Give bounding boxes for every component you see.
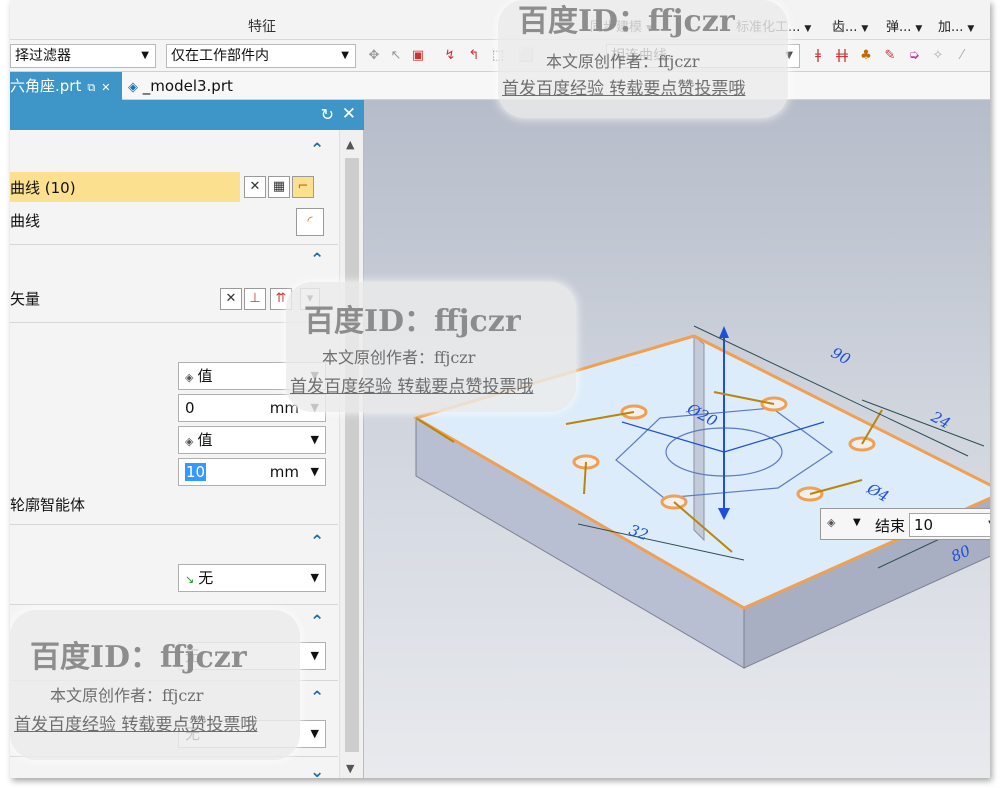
vector-dialog-icon[interactable]: ⇈ bbox=[270, 288, 292, 310]
reset-icon[interactable]: ↻ bbox=[321, 105, 334, 124]
dialog-scrollbar[interactable]: ▲ ▼ bbox=[339, 130, 363, 778]
nx-window: 特征 同步建模 ▼ 标准化工... ▼ 齿... ▼ 弹... ▼ 加... ▼ 择过滤器… bbox=[10, 0, 990, 778]
boolean-icon: ↘ bbox=[185, 573, 195, 586]
ribbon-sync-modeling[interactable]: 同步建模 ▼ bbox=[590, 16, 653, 35]
end-type-dropdown[interactable]: ▼ bbox=[853, 517, 861, 528]
collapse-section-icon[interactable]: ⌃ bbox=[310, 140, 324, 160]
dialog-header: ↻ ✕ bbox=[10, 100, 364, 130]
file-tabs: 六角座.prt ⧉ ✕ ◈ _model3.prt bbox=[10, 72, 990, 100]
collapse-boolean-icon[interactable]: ⌃ bbox=[310, 532, 324, 552]
curve-rule-select[interactable]: 相连曲线 ▼ bbox=[606, 44, 800, 68]
select-face-icon[interactable]: ↰ bbox=[466, 48, 482, 64]
cube-icon: ◈ bbox=[827, 516, 836, 529]
ribbon-gear[interactable]: 齿... ▼ bbox=[832, 16, 868, 35]
scroll-thumb[interactable] bbox=[345, 158, 359, 752]
vector-dropdown-icon[interactable]: ▾ bbox=[300, 288, 320, 310]
snap-line-icon[interactable]: ⁄ bbox=[954, 48, 970, 64]
end-label: 结束 bbox=[875, 517, 906, 535]
ribbon-group-features: 特征 bbox=[248, 19, 276, 35]
ribbon-add[interactable]: 加... ▼ bbox=[938, 16, 974, 35]
vector-reset-icon[interactable]: ✕ bbox=[220, 288, 242, 310]
model-view: 90 24 32 80 Ø20 Ø4 bbox=[412, 325, 990, 669]
selection-toolbar: 择过滤器 ▼ 仅在工作部件内 ▼ ✥ ↖ ▣ ↯ ↰ ⬚ ⬜ 相连曲线 ▼ ǂ ǂǂ … bbox=[10, 40, 990, 72]
select-chain-icon[interactable]: ↯ bbox=[442, 48, 458, 64]
type-filter-select[interactable]: 择过滤器 ▼ bbox=[10, 44, 156, 68]
expand-section-icon[interactable]: ⌄ bbox=[310, 762, 324, 778]
close-icon[interactable]: ✕ bbox=[101, 81, 110, 94]
dim-width: 24 bbox=[927, 407, 953, 432]
vector-label: 矢量 bbox=[10, 290, 41, 308]
ribbon: 特征 同步建模 ▼ 标准化工... ▼ 齿... ▼ 弹... ▼ 加... ▼ bbox=[10, 0, 990, 40]
pointer-icon[interactable]: ↖ bbox=[388, 48, 404, 64]
curve-selection-row[interactable]: 曲线 (10) bbox=[10, 172, 240, 202]
tab-model3[interactable]: ◈ _model3.prt bbox=[128, 72, 233, 100]
end-distance-input[interactable]: 10 mm ▼ bbox=[178, 458, 326, 486]
sketch-icon[interactable]: ◜ bbox=[296, 208, 324, 236]
cube-icon: ◈ bbox=[185, 435, 194, 448]
tab-hexagon-seat[interactable]: 六角座.prt ⧉ ✕ bbox=[10, 72, 122, 100]
close-icon[interactable]: ✕ bbox=[342, 104, 356, 124]
restore-icon[interactable]: ⧉ bbox=[87, 81, 95, 94]
snap-midpoint-icon[interactable]: ǂǂ bbox=[834, 48, 850, 64]
deselect-icon[interactable]: ✕ bbox=[244, 176, 266, 198]
select-body-icon[interactable]: ⬚ bbox=[490, 48, 506, 64]
scroll-down-icon[interactable]: ▼ bbox=[346, 762, 354, 775]
start-distance-input[interactable]: 0 mm ▼ bbox=[178, 394, 326, 422]
end-type-select[interactable]: ◈ 值 ▼ bbox=[178, 426, 326, 454]
collapse-offset-icon[interactable]: ⌃ bbox=[310, 688, 324, 708]
snap-tangent-icon[interactable]: ♣ bbox=[858, 48, 874, 64]
snap-endpoint-icon[interactable]: ǂ bbox=[810, 48, 826, 64]
curve-pick-icon[interactable]: ⌐ bbox=[292, 176, 314, 198]
snap-point-icon[interactable]: ✧ bbox=[930, 48, 946, 64]
select-box-icon[interactable]: ▣ bbox=[410, 48, 426, 64]
draft-select[interactable]: 无 ▼ bbox=[178, 642, 326, 670]
dim-length: 90 bbox=[828, 344, 854, 369]
snap-icon[interactable]: ✥ bbox=[366, 48, 382, 64]
graphics-viewport[interactable]: 90 24 32 80 Ø20 Ø4 ◈ ▼ 结束 10▼ bbox=[364, 100, 990, 778]
smart-body-label: 轮廓智能体 bbox=[10, 496, 86, 514]
end-value-input[interactable]: 10▼ bbox=[909, 513, 990, 537]
cube-icon: ◈ bbox=[185, 371, 194, 384]
extrude-dialog: ↻ ✕ ▲ ▼ ⌃ 曲线 (10) ✕ ▦ ⌐ 曲线 ◜ ⌃ 矢量 ✕ ⊥ ⇈ … bbox=[10, 100, 364, 778]
sketch-section-icon[interactable]: ▦ bbox=[268, 176, 290, 198]
ribbon-spring[interactable]: 弹... ▼ bbox=[886, 16, 922, 35]
scroll-up-icon[interactable]: ▲ bbox=[346, 138, 354, 151]
end-distance-handle[interactable]: ◈ ▼ 结束 10▼ bbox=[820, 508, 990, 540]
pocket-wall bbox=[693, 334, 705, 542]
offset-select[interactable]: 无 ▼ bbox=[178, 720, 326, 748]
collapse-direction-icon[interactable]: ⌃ bbox=[310, 250, 324, 270]
spline-label: 曲线 bbox=[10, 212, 41, 230]
start-type-select[interactable]: ◈ 值 ▼ bbox=[178, 362, 326, 390]
collapse-draft-icon[interactable]: ⌃ bbox=[310, 612, 324, 632]
snap-arc-icon[interactable]: ➭ bbox=[906, 48, 922, 64]
curve-count-label: 曲线 (10) bbox=[10, 179, 76, 197]
reverse-direction-icon[interactable]: ⊥ bbox=[244, 288, 266, 310]
ribbon-std-parts[interactable]: 标准化工... ▼ bbox=[736, 16, 811, 35]
part-icon: ◈ bbox=[128, 80, 138, 95]
scope-select[interactable]: 仅在工作部件内 ▼ bbox=[166, 44, 356, 68]
boolean-select[interactable]: ↘ 无 ▼ bbox=[178, 564, 326, 592]
snap-intersection-icon[interactable]: ✎ bbox=[882, 48, 898, 64]
select-all-icon[interactable]: ⬜ bbox=[518, 48, 534, 64]
